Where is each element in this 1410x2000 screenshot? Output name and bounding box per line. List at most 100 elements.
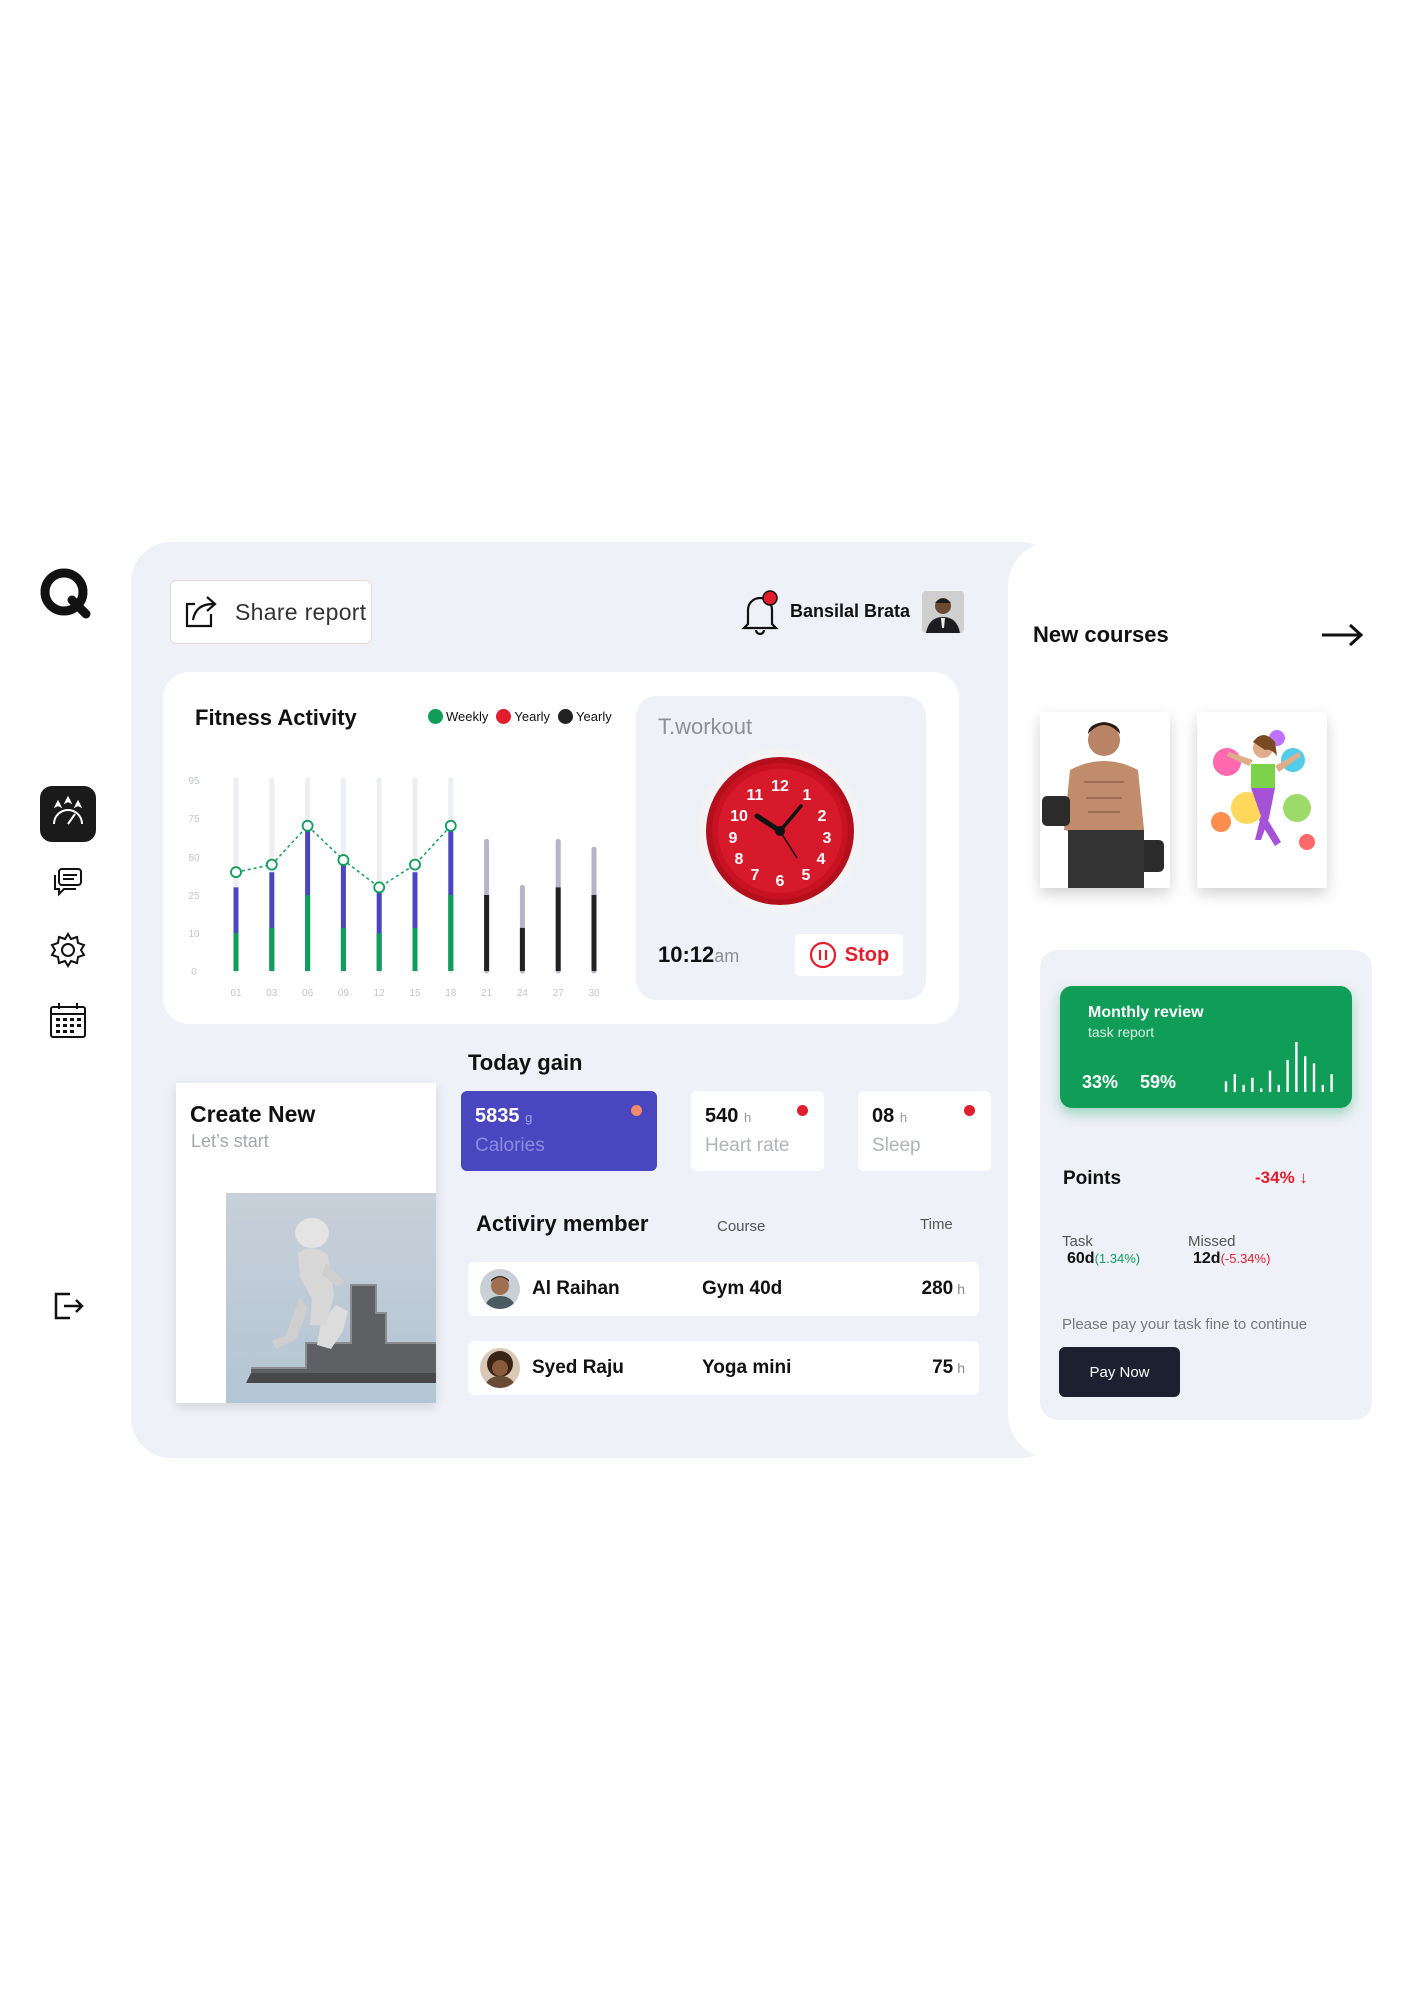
pay-note: Please pay your task fine to continue <box>1062 1316 1308 1333</box>
arrow-right-icon[interactable] <box>1318 620 1366 650</box>
course-thumbnail-gym[interactable] <box>1040 712 1170 888</box>
calories-label: Calories <box>475 1135 545 1156</box>
create-new-subtitle: Let’s start <box>191 1131 269 1151</box>
notification-bell-icon[interactable] <box>738 588 782 636</box>
calendar-icon[interactable] <box>40 992 96 1048</box>
column-header-course: Course <box>717 1218 766 1235</box>
heart-rate-value: 540 h <box>705 1105 751 1128</box>
x-tick-label: 03 <box>266 988 278 999</box>
sleep-unit: h <box>899 1110 908 1125</box>
member-row[interactable]: Al Raihan Gym 40d 280 h <box>468 1262 979 1316</box>
app-logo[interactable] <box>38 566 98 626</box>
course-thumbnail-dance[interactable] <box>1197 712 1327 888</box>
share-report-label: Share report <box>235 598 367 625</box>
pause-icon <box>809 941 836 969</box>
calories-card[interactable]: 5835 g Calories <box>461 1091 657 1171</box>
legend-yearly-red-dot <box>496 709 512 724</box>
trend-point <box>373 881 386 894</box>
svg-text:12: 12 <box>771 778 789 795</box>
workout-title: T.workout <box>658 714 753 739</box>
legend-weekly-label: Weekly <box>446 709 489 724</box>
monthly-review-subtitle: task report <box>1088 1024 1155 1040</box>
logout-icon[interactable] <box>40 1278 96 1334</box>
trend-point <box>301 819 314 832</box>
legend-yearly-red-label: Yearly <box>514 709 551 724</box>
user-avatar[interactable] <box>922 591 964 633</box>
pay-now-button[interactable]: Pay Now <box>1059 1347 1180 1397</box>
task-label: Task <box>1062 1233 1093 1250</box>
missed-value: 12d(-5.34%) <box>1193 1250 1270 1268</box>
member-course: Yoga mini <box>702 1357 792 1378</box>
messages-icon[interactable] <box>40 854 96 910</box>
create-new-title: Create New <box>190 1101 316 1127</box>
sleep-label: Sleep <box>872 1135 921 1156</box>
column-header-time: Time <box>920 1216 953 1233</box>
x-tick-label: 27 <box>553 988 565 999</box>
dashboard-icon[interactable] <box>40 786 96 842</box>
settings-gear-icon[interactable] <box>40 922 96 978</box>
svg-text:4: 4 <box>817 851 826 868</box>
fitness-activity-title: Fitness Activity <box>195 705 357 730</box>
member-time-value: 280 <box>921 1278 954 1299</box>
svg-text:7: 7 <box>751 867 760 884</box>
member-name: Syed Raju <box>532 1357 624 1378</box>
y-tick-label: 25 <box>188 891 200 902</box>
legend-weekly-dot <box>428 709 443 724</box>
heart-rate-card[interactable]: 540 h Heart rate <box>691 1091 824 1171</box>
user-name[interactable]: Bansilal Brata <box>790 601 910 622</box>
y-tick-label: 75 <box>188 814 200 825</box>
member-time-unit: h <box>957 1360 965 1376</box>
review-sparkline <box>1224 1042 1333 1092</box>
points-value: -34% ↓ <box>1255 1168 1308 1187</box>
x-tick-label: 30 <box>588 988 600 999</box>
today-gain-title: Today gain <box>468 1050 583 1075</box>
legend-yearly-dark[interactable]: Yearly <box>558 709 612 724</box>
legend-yearly-dark-label: Yearly <box>576 709 612 724</box>
share-report-button[interactable]: Share report <box>170 580 372 644</box>
calories-number: 5835 <box>475 1105 520 1127</box>
sleep-card[interactable]: 08 h Sleep <box>858 1091 991 1171</box>
trend-point <box>409 858 421 871</box>
y-tick-label: 0 <box>191 967 197 978</box>
y-tick-label: 50 <box>188 853 200 864</box>
member-row[interactable]: Syed Raju Yoga mini 75 h <box>468 1341 979 1395</box>
x-tick-label: 06 <box>302 988 314 999</box>
legend-weekly[interactable]: Weekly <box>428 709 488 724</box>
task-value: 60d(1.34%) <box>1067 1250 1140 1268</box>
review-percent-1: 33% <box>1082 1072 1119 1092</box>
member-course: Gym 40d <box>702 1278 783 1299</box>
trend-point <box>444 819 457 832</box>
member-name: Al Raihan <box>532 1278 620 1299</box>
workout-time-ampm: am <box>714 946 740 966</box>
workout-time: 10:12am <box>658 942 739 968</box>
stop-label: Stop <box>844 943 890 966</box>
workout-time-value: 10:12 <box>658 942 715 967</box>
svg-text:8: 8 <box>735 851 744 868</box>
svg-text:5: 5 <box>802 867 811 884</box>
x-tick-label: 12 <box>374 988 386 999</box>
heart-rate-unit: h <box>743 1110 752 1125</box>
sleep-number: 08 <box>872 1105 895 1127</box>
stairs-illustration <box>226 1193 436 1403</box>
heart-rate-indicator-dot <box>797 1105 808 1116</box>
sleep-value: 08 h <box>872 1105 907 1128</box>
legend-yearly-red[interactable]: Yearly <box>496 709 550 724</box>
calories-indicator-dot <box>631 1105 642 1116</box>
svg-text:1: 1 <box>803 787 812 804</box>
stop-button[interactable]: Stop <box>795 934 903 976</box>
trend-point <box>230 866 242 879</box>
x-tick-label: 01 <box>230 988 242 999</box>
x-tick-label: 18 <box>445 988 457 999</box>
activity-member-title: Activiry member <box>476 1211 649 1236</box>
clock-icon: 12 1 2 3 4 5 6 7 8 9 10 11 <box>697 748 863 914</box>
svg-text:3: 3 <box>823 830 832 847</box>
new-courses-title: New courses <box>1033 622 1169 647</box>
fitness-activity-chart: 95 75 50 25 10 0 01 03 06 09 12 15 18 21 24 27 30 <box>188 776 600 999</box>
missed-label: Missed <box>1188 1233 1236 1250</box>
svg-text:2: 2 <box>818 808 827 825</box>
x-tick-label: 09 <box>338 988 350 999</box>
missed-value-number: 12d <box>1193 1250 1221 1267</box>
monthly-review-card[interactable]: Monthly review task report 33% 59% <box>1060 986 1352 1108</box>
svg-text:10: 10 <box>730 808 748 825</box>
task-value-number: 60d <box>1067 1250 1095 1267</box>
